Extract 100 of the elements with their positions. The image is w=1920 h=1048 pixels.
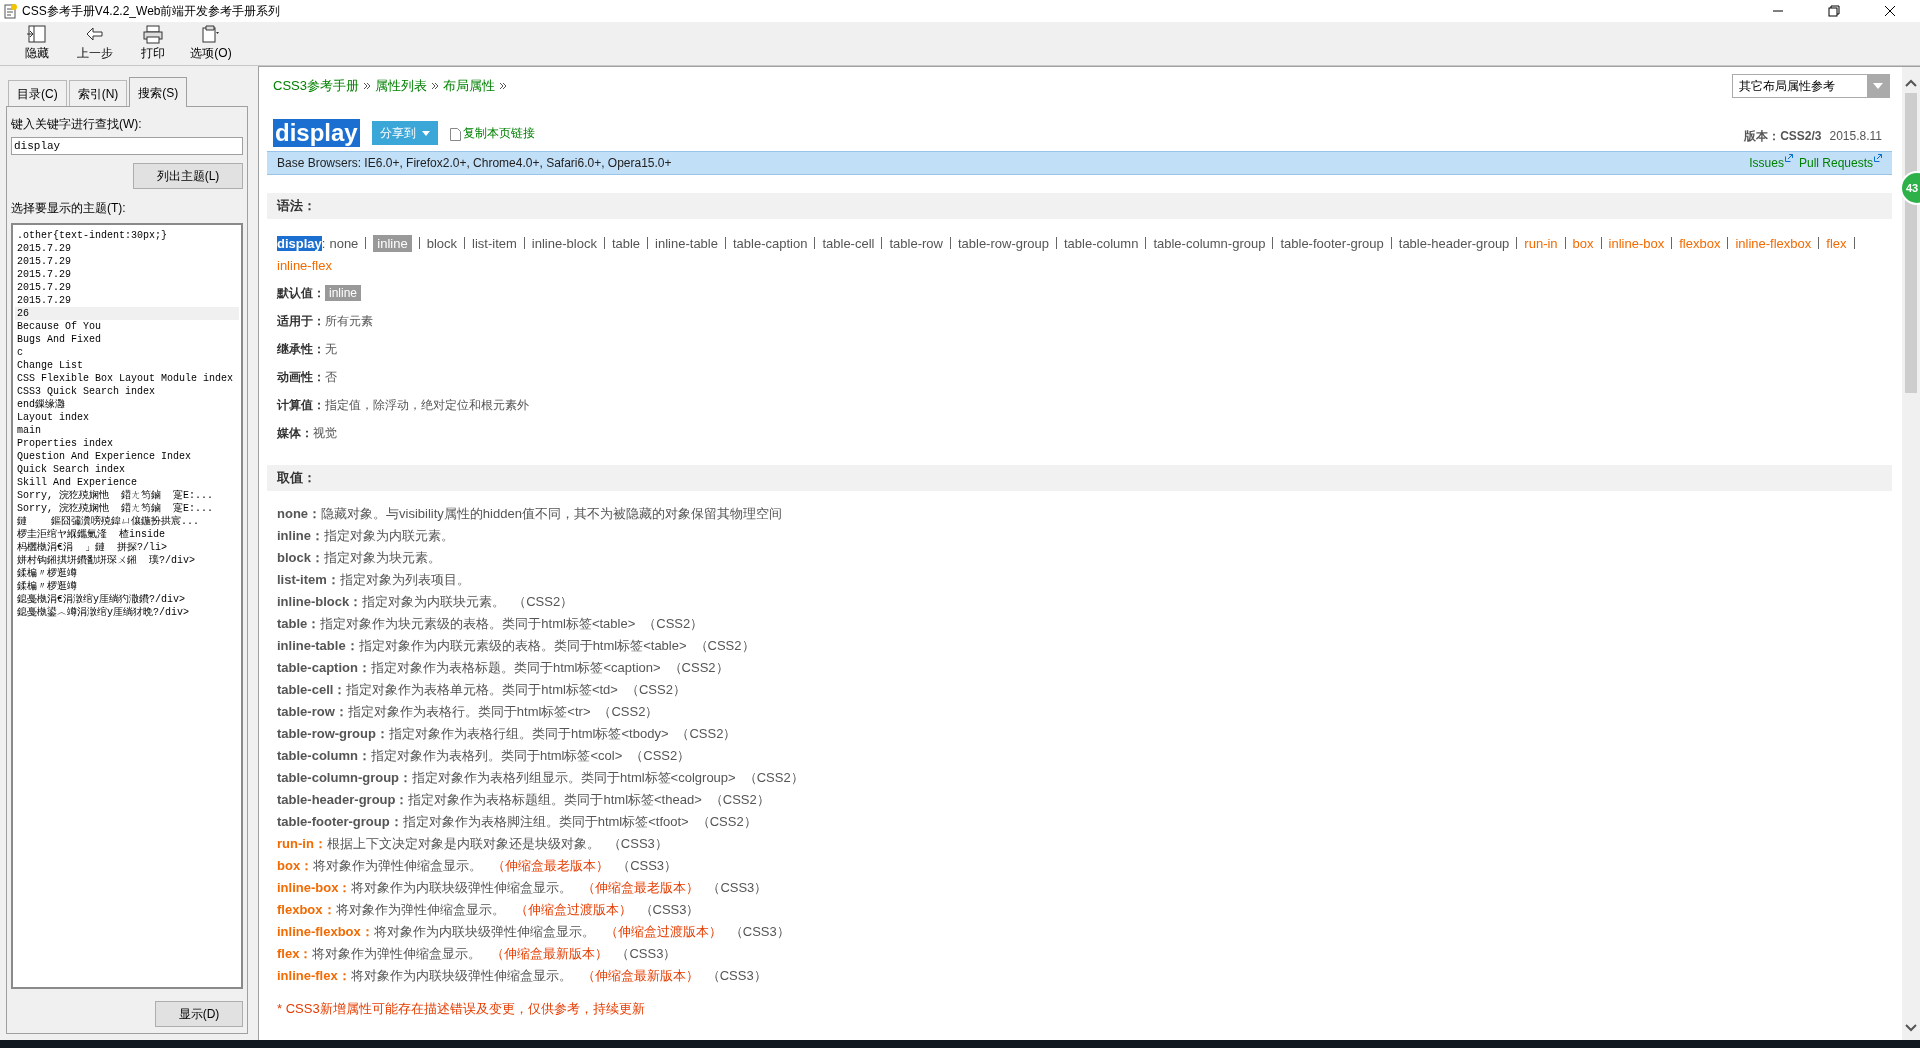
syntax-value-link[interactable]: table-row <box>889 236 943 251</box>
value-term: inline-table： <box>277 637 359 656</box>
value-term: table-header-group： <box>277 791 409 810</box>
app-icon <box>4 3 18 19</box>
topic-item[interactable]: Change List <box>15 359 239 372</box>
breadcrumb-separator-icon <box>498 82 507 90</box>
scroll-up-icon[interactable] <box>1905 79 1917 87</box>
topic-item[interactable]: 鏈 鏂囧彇瀵嗙殑鍏ㄩ儴鍦扮拱宸... <box>15 515 239 528</box>
section-title: 语法： <box>277 197 316 216</box>
value-term: table-caption： <box>277 659 371 678</box>
value-term: box： <box>277 857 314 876</box>
search-field[interactable]: display <box>11 137 243 155</box>
topic-item[interactable]: 鎴戞槸涓€涓潡绾у厓绱犳潵鐨?/div> <box>15 593 239 606</box>
attribute-value: 无 <box>325 341 337 358</box>
toolbar-button[interactable]: 选项(O) <box>182 24 240 60</box>
topic-item[interactable]: Quick Search index <box>15 463 239 476</box>
value-term: flexbox： <box>277 901 336 920</box>
topic-item[interactable]: c <box>15 346 239 359</box>
scroll-down-icon[interactable] <box>1905 1024 1917 1032</box>
syntax-value-link[interactable]: table-cell <box>822 236 875 251</box>
value-description: 将对象作为弹性伸缩盒显示。 <box>313 857 483 876</box>
topic-item[interactable]: Sorry, 浣犵殑娴忚 鍣ㄤ笉鏀 寔E:... <box>15 489 239 502</box>
topic-item[interactable]: Layout index <box>15 411 239 424</box>
topic-item[interactable]: 鎴戞槸鍙︿竴涓潡绾у厓绱犲晩?/div> <box>15 606 239 619</box>
syntax-property: display <box>277 236 322 251</box>
css-version: （CSS3） <box>706 967 767 986</box>
topic-item[interactable]: 2015.7.29 <box>15 268 239 281</box>
copy-link[interactable]: 复制本页链接 <box>462 124 535 142</box>
syntax-value-link[interactable]: table <box>611 236 641 251</box>
value-description: 指定对象为块元素。 <box>323 549 441 568</box>
attribute-value: 视觉 <box>313 425 337 442</box>
breadcrumb-link[interactable]: CSS3参考手册 <box>273 76 359 96</box>
nav-tab[interactable]: 搜索(S) <box>129 77 188 107</box>
topic-item[interactable]: Skill And Experience <box>15 476 239 489</box>
syntax-value-link[interactable]: inline-table <box>655 236 718 251</box>
topic-item[interactable]: 姘村钩鎺掑垪鐨勫垪琛ㄨ鎺 璞?/div> <box>15 554 239 567</box>
value-term: table-row： <box>277 703 348 722</box>
close-icon[interactable] <box>1884 5 1896 17</box>
topic-item[interactable]: 2015.7.29 <box>15 281 239 294</box>
syntax-value-link[interactable]: table-caption <box>732 236 808 251</box>
issue-link[interactable]: Pull Requests <box>1798 154 1873 172</box>
toolbar-button[interactable]: 打印 <box>124 24 182 60</box>
colon: : <box>321 236 326 251</box>
property-title: display <box>273 119 360 147</box>
syntax-value-link[interactable]: table-row-group <box>957 236 1049 251</box>
syntax-value-link[interactable]: table-header-group <box>1398 236 1510 251</box>
topic-item[interactable]: end鏁缘灉 <box>15 398 239 411</box>
syntax-value-link[interactable]: inline-block <box>531 236 597 251</box>
topic-item[interactable]: .other{text-indent:30px;} <box>15 229 239 242</box>
value-description: 将对象作为内联块级弹性伸缩盒显示。 <box>373 923 595 942</box>
topic-item[interactable]: 2015.7.29 <box>15 255 239 268</box>
vertical-scrollbar[interactable] <box>1902 67 1920 1040</box>
topic-item[interactable]: Properties index <box>15 437 239 450</box>
value-description: 指定对象作为表格标题。类同于html标签<caption> <box>370 659 661 678</box>
topic-item[interactable]: 26 <box>15 307 239 320</box>
topic-item[interactable]: 椤圭洰绾ヤ緥鑴氭湰 楂inside <box>15 528 239 541</box>
value-description: 指定对象作为表格标题组。类同于html标签<thead> <box>408 791 702 810</box>
search-label: 键入关键字进行查找(W): <box>10 116 143 133</box>
syntax-value-link[interactable]: table-footer-group <box>1280 236 1384 251</box>
external-link-icon <box>1874 154 1882 162</box>
topic-item[interactable]: Sorry, 浣犵殑娴忚 鍣ㄤ笉鏀 寔E:... <box>15 502 239 515</box>
related-properties-select[interactable]: 其它布局属性参考 <box>1732 74 1890 98</box>
syntax-value-link[interactable]: list-item <box>472 236 517 251</box>
dropdown-caret-icon <box>421 130 430 136</box>
attribute-label: 继承性： <box>277 341 325 358</box>
value-description: 指定对象作为表格行。类同于html标签<tr> <box>347 703 591 722</box>
topic-item[interactable]: CSS3 Quick Search index <box>15 385 239 398</box>
topic-item[interactable]: main <box>15 424 239 437</box>
breadcrumb-link[interactable]: 属性列表 <box>374 76 427 96</box>
display-button[interactable]: 显示(D) <box>155 1001 243 1027</box>
topic-item[interactable]: Because Of You <box>15 320 239 333</box>
toolbar-button[interactable]: 上一步 <box>66 24 124 60</box>
toolbar-button[interactable]: 隐藏 <box>8 24 66 60</box>
topic-item[interactable]: 杩欐槸涓€涓 」鏈 拼探?/li> <box>15 541 239 554</box>
restore-icon[interactable] <box>1828 5 1840 17</box>
css-version: （CSS3） <box>729 923 790 942</box>
topic-item[interactable]: 鍒楄〃椤逛竴 <box>15 567 239 580</box>
topic-item[interactable]: Question And Experience Index <box>15 450 239 463</box>
css-version: （CSS3） <box>607 835 668 854</box>
syntax-value-link[interactable]: block <box>426 236 458 251</box>
css-version: （CSS2） <box>643 615 704 634</box>
topic-item[interactable]: 鍒楄〃椤逛竴 <box>15 580 239 593</box>
breadcrumb-link[interactable]: 布局属性 <box>442 76 495 96</box>
value-term: inline-flex： <box>277 967 351 986</box>
nav-tab[interactable]: 目录(C) <box>8 80 67 106</box>
topic-item[interactable]: CSS Flexible Box Layout Module index <box>15 372 239 385</box>
version-note: （伸缩盒最新版本） <box>491 945 609 964</box>
issue-link[interactable]: Issues <box>1749 154 1784 172</box>
nav-tab[interactable]: 索引(N) <box>68 80 128 106</box>
syntax-value-link[interactable]: table-column <box>1063 236 1139 251</box>
printer-icon <box>142 24 164 44</box>
syntax-value-link[interactable]: none <box>329 236 359 251</box>
topic-item[interactable]: 2015.7.29 <box>15 294 239 307</box>
topic-item[interactable]: Bugs And Fixed <box>15 333 239 346</box>
attribute-label: 默认值： <box>277 285 325 302</box>
scrollbar-thumb[interactable] <box>1905 93 1917 393</box>
topic-item[interactable]: 2015.7.29 <box>15 242 239 255</box>
list-topics-button[interactable]: 列出主题(L) <box>133 163 243 189</box>
value-description: 指定对象为列表项目。 <box>339 571 470 590</box>
syntax-value-link[interactable]: table-column-group <box>1153 236 1266 251</box>
